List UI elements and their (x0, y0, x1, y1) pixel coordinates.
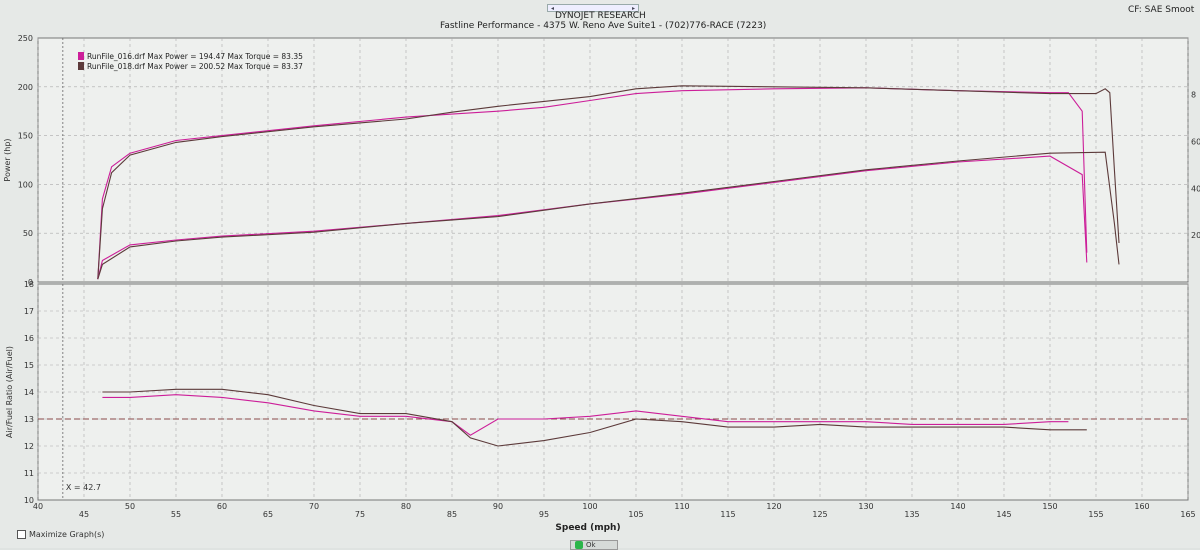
x-tick-label: 55 (171, 510, 181, 519)
x-tick-label: 95 (539, 510, 549, 519)
power-plot-area (37, 37, 1189, 283)
dyno-chart: 0501001502002502040608Power (hp)RunFile_… (3, 34, 1200, 533)
y-tick-label: 13 (24, 415, 34, 424)
x-tick-label: 150 (1042, 502, 1057, 511)
x-tick-label: 75 (355, 510, 365, 519)
x-tick-label: 105 (628, 510, 643, 519)
x-tick-label: 70 (309, 502, 319, 511)
right-tick-label: 20 (1191, 231, 1200, 240)
legend-entry: RunFile_016.drf Max Power = 194.47 Max T… (87, 52, 303, 61)
y-tick-label: 16 (24, 334, 34, 343)
power-graph: 0501001502002502040608Power (hp)RunFile_… (3, 34, 1200, 287)
x-tick-label: 160 (1134, 502, 1149, 511)
y-tick-label: 10 (24, 496, 34, 505)
x-tick-label: 65 (263, 510, 273, 519)
x-tick-label: 50 (125, 502, 135, 511)
right-tick-label: 40 (1191, 184, 1200, 193)
y-axis-label-afr: Air/Fuel Ratio (Air/Fuel) (5, 346, 14, 438)
x-tick-label: 85 (447, 510, 457, 519)
y-tick-label: 12 (24, 442, 34, 451)
x-axis-label: Speed (mph) (555, 523, 620, 533)
legend-swatch (78, 52, 84, 60)
y-tick-label: 15 (24, 361, 34, 370)
y-tick-label: 50 (23, 229, 33, 238)
afr-graph: 40 45 50 55 60 65 70 75 80 85 90 95 100 105 110 115 120 1… (5, 280, 1196, 533)
y-tick-label: 150 (18, 132, 33, 141)
cursor-annotation: X = 42.7 (66, 483, 101, 492)
y-tick-label: 250 (18, 34, 33, 43)
checkbox-icon[interactable] (17, 530, 26, 539)
y-tick-label: 11 (24, 469, 34, 478)
right-tick-label: 60 (1191, 137, 1200, 146)
y-tick-label: 100 (18, 180, 33, 189)
x-tick-label: 110 (674, 502, 689, 511)
y-tick-label: 18 (24, 280, 34, 289)
maximize-label: Maximize Graph(s) (29, 530, 105, 539)
dyno-report-window: ◂ ▸ DYNOJET RESEARCH Fastline Performanc… (0, 0, 1200, 550)
x-tick-label: 165 (1180, 510, 1195, 519)
maximize-checkbox[interactable]: Maximize Graph(s) (17, 530, 104, 539)
y-tick-label: 17 (24, 307, 34, 316)
legend-entry: RunFile_018.drf Max Power = 200.52 Max T… (87, 62, 303, 71)
legend-swatch (78, 62, 84, 70)
x-tick-label: 40 (33, 502, 43, 511)
x-tick-label: 125 (812, 510, 827, 519)
x-tick-label: 60 (217, 502, 227, 511)
ok-button[interactable]: Ok (570, 540, 618, 550)
x-tick-label: 140 (950, 502, 965, 511)
right-tick-label: 8 (1191, 91, 1196, 100)
x-tick-label: 45 (79, 510, 89, 519)
x-tick-label: 120 (766, 502, 781, 511)
x-tick-label: 130 (858, 502, 873, 511)
x-tick-label: 80 (401, 502, 411, 511)
x-tick-label: 145 (996, 510, 1011, 519)
y-tick-label: 200 (18, 83, 33, 92)
x-tick-label: 135 (904, 510, 919, 519)
x-tick-label: 115 (720, 510, 735, 519)
x-tick-label: 100 (582, 502, 597, 511)
y-tick-label: 14 (24, 388, 34, 397)
y-axis-label-power: Power (hp) (3, 138, 12, 181)
x-tick-label: 90 (493, 502, 503, 511)
x-tick-label: 155 (1088, 510, 1103, 519)
afr-plot-area (37, 283, 1189, 501)
